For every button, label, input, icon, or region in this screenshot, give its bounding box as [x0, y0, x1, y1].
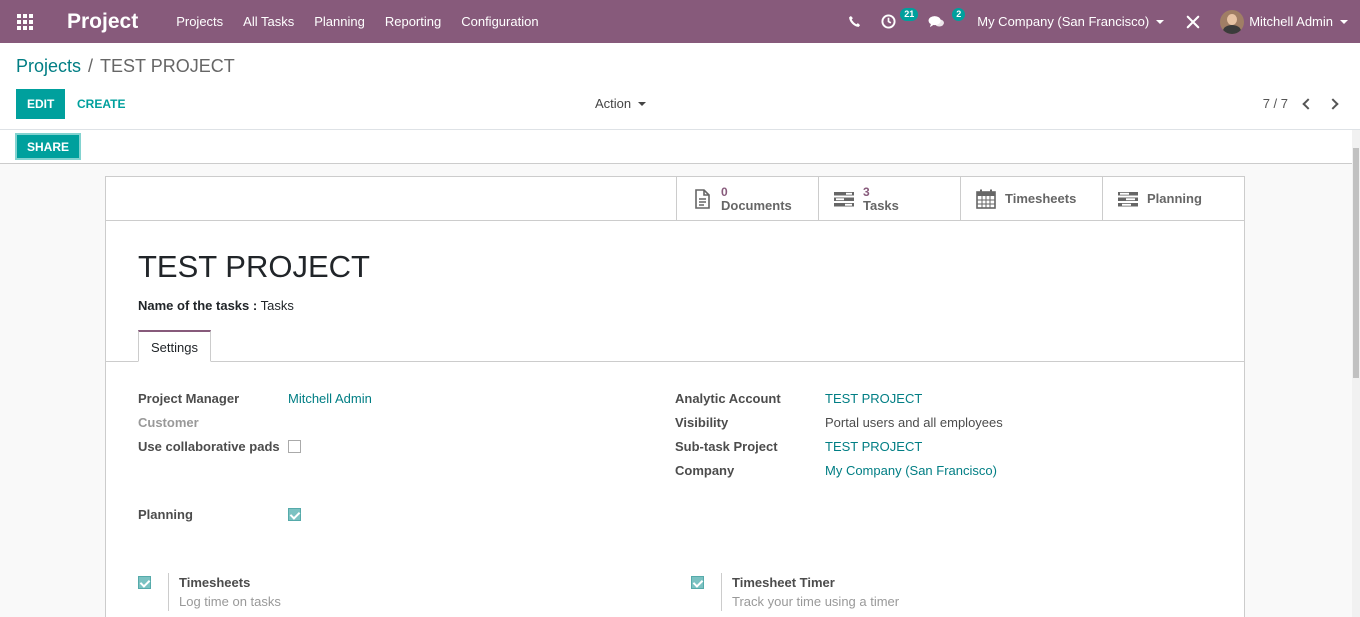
comments-icon [928, 15, 945, 27]
company-switcher[interactable]: My Company (San Francisco) [965, 14, 1176, 29]
setting-divider [168, 573, 169, 611]
tools-icon [1186, 15, 1200, 28]
project-manager-label: Project Manager [138, 391, 240, 406]
form-statusbar: SHARE [0, 130, 1352, 164]
tools-button[interactable] [1176, 0, 1210, 43]
control-panel: Projects / TEST PROJECT EDIT CREATE Acti… [0, 43, 1360, 130]
timesheet-timer-desc: Track your time using a timer [732, 594, 900, 609]
smart-button-box: 0 Documents 3 Tasks Timesheets Planning [676, 177, 1244, 221]
clock-icon [881, 14, 896, 29]
collab-pads-checkbox[interactable] [288, 440, 301, 453]
company-name: My Company (San Francisco) [977, 14, 1150, 29]
action-label: Action [595, 96, 632, 111]
calendar-icon [976, 189, 996, 209]
visibility-label: Visibility [675, 415, 729, 430]
subtask-project-value[interactable]: TEST PROJECT [825, 439, 922, 454]
tasks-smart-button[interactable]: 3 Tasks [818, 177, 960, 221]
user-name: Mitchell Admin [1249, 14, 1333, 29]
timesheet-timer-setting: Timesheet Timer Track your time using a … [691, 573, 1091, 613]
timesheets-setting-title: Timesheets [179, 575, 251, 590]
breadcrumb-current: TEST PROJECT [100, 56, 235, 76]
menu-configuration[interactable]: Configuration [451, 0, 548, 43]
activity-button[interactable]: 21 [871, 0, 919, 43]
caret-down-icon [1156, 19, 1165, 24]
tasks-name-value[interactable]: Tasks [261, 298, 294, 313]
visibility-value[interactable]: Portal users and all employees [825, 415, 1003, 430]
page-scrollbar[interactable] [1352, 130, 1360, 617]
analytic-account-label: Analytic Account [675, 391, 781, 406]
breadcrumb: Projects / TEST PROJECT [16, 56, 235, 77]
planning-checkbox[interactable] [288, 508, 301, 521]
pager-next-button[interactable] [1327, 97, 1342, 111]
chevron-left-icon [1302, 98, 1314, 110]
systray: 21 2 My Company (San Francisco) Mitchell… [838, 0, 1360, 43]
customer-label: Customer [138, 415, 199, 430]
app-name[interactable]: Project [67, 10, 138, 34]
sheet-divider [106, 220, 676, 221]
main-menu: Projects All Tasks Planning Reporting Co… [166, 0, 548, 43]
create-button[interactable]: CREATE [66, 89, 136, 119]
subtask-project-label: Sub-task Project [675, 439, 778, 454]
timesheet-timer-title: Timesheet Timer [732, 575, 835, 590]
timesheets-checkbox[interactable] [138, 576, 151, 589]
menu-planning[interactable]: Planning [304, 0, 375, 43]
messaging-button[interactable]: 2 [918, 0, 966, 43]
apps-menu-button[interactable] [0, 0, 50, 43]
collab-pads-label: Use collaborative pads [138, 439, 280, 454]
chevron-right-icon [1327, 98, 1339, 110]
pager-value[interactable]: 7 / 7 [1263, 89, 1288, 119]
company-label: Company [675, 463, 735, 478]
breadcrumb-separator: / [88, 56, 94, 76]
analytic-account-value[interactable]: TEST PROJECT [825, 391, 922, 406]
tasks-count: 3 [863, 184, 870, 199]
breadcrumb-projects-link[interactable]: Projects [16, 56, 81, 77]
documents-smart-button[interactable]: 0 Documents [676, 177, 818, 221]
form-sheet: 0 Documents 3 Tasks Timesheets Planning … [105, 176, 1245, 617]
caret-down-icon [1340, 19, 1348, 24]
tasks-name-label: Name of the tasks : [138, 298, 258, 313]
scrollbar-thumb[interactable] [1353, 148, 1359, 378]
menu-all-tasks[interactable]: All Tasks [233, 0, 304, 43]
user-avatar [1220, 9, 1245, 34]
notebook-tabs: Settings [106, 330, 1244, 362]
edit-button[interactable]: EDIT [16, 89, 66, 119]
action-dropdown[interactable]: Action [595, 89, 647, 119]
voip-phone-button[interactable] [838, 0, 871, 43]
tasks-icon [834, 191, 854, 206]
phone-icon [849, 15, 861, 27]
planning-icon [1118, 191, 1138, 206]
tab-settings[interactable]: Settings [138, 330, 211, 362]
planning-label: Planning [1147, 191, 1202, 206]
menu-reporting[interactable]: Reporting [375, 0, 451, 43]
timesheets-label: Timesheets [1005, 191, 1077, 206]
top-navbar: Project Projects All Tasks Planning Repo… [0, 0, 1360, 43]
pager-previous-button[interactable] [1300, 97, 1314, 111]
apps-grid-icon [17, 13, 33, 30]
caret-down-icon [638, 102, 647, 106]
timesheets-setting: Timesheets Log time on tasks [138, 573, 538, 613]
menu-projects[interactable]: Projects [166, 0, 233, 43]
tasks-name-field: Name of the tasks : Tasks [138, 298, 294, 313]
messages-count-badge: 2 [952, 8, 966, 21]
user-menu[interactable]: Mitchell Admin [1210, 9, 1360, 34]
timesheet-timer-checkbox[interactable] [691, 576, 704, 589]
documents-label: Documents [721, 197, 792, 213]
planning-smart-button[interactable]: Planning [1102, 177, 1244, 221]
documents-count: 0 [721, 184, 728, 199]
timesheets-smart-button[interactable]: Timesheets [960, 177, 1102, 221]
project-manager-value[interactable]: Mitchell Admin [288, 391, 372, 406]
activity-count-badge: 21 [900, 8, 919, 21]
project-title[interactable]: TEST PROJECT [138, 249, 370, 285]
company-value[interactable]: My Company (San Francisco) [825, 463, 997, 478]
setting-divider [721, 573, 722, 611]
file-icon [695, 188, 710, 209]
timesheets-setting-desc: Log time on tasks [179, 594, 281, 609]
tasks-label: Tasks [863, 197, 899, 213]
planning-field-label: Planning [138, 507, 193, 522]
share-button[interactable]: SHARE [15, 133, 82, 160]
